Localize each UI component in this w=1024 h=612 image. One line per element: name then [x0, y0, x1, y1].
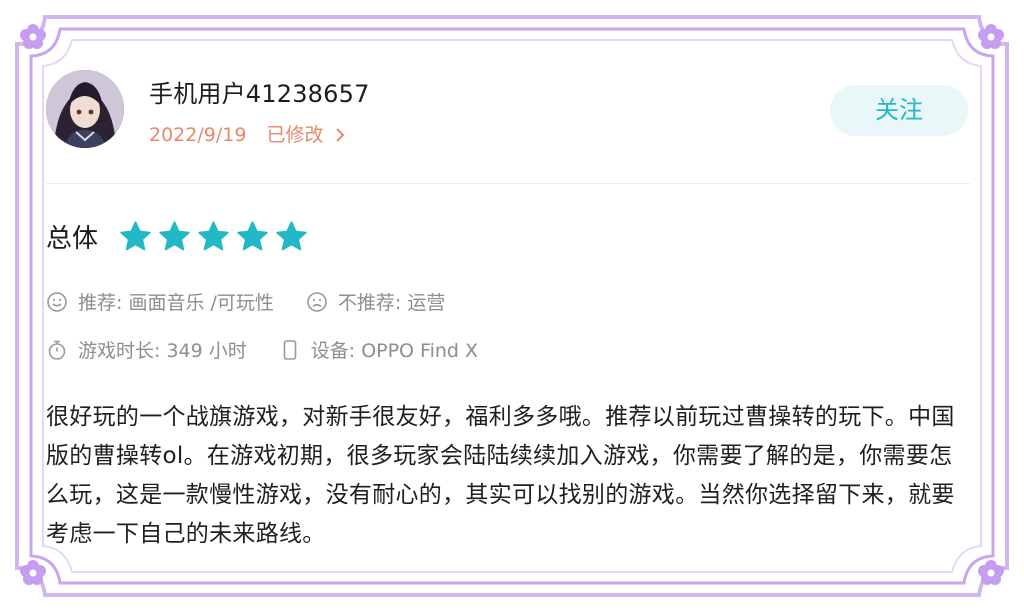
frown-icon	[307, 291, 327, 312]
overall-label: 总体	[46, 223, 99, 254]
chevron-right-icon	[335, 128, 344, 142]
username[interactable]: 手机用户41238657	[149, 74, 370, 109]
phone-icon	[283, 339, 297, 360]
follow-button[interactable]: 关注	[830, 85, 968, 136]
overall-rating: 总体	[46, 216, 313, 256]
edited-label: 已修改	[266, 124, 324, 146]
stopwatch-icon	[48, 340, 66, 360]
star-icon	[198, 220, 229, 250]
recommend-text: 推荐: 画面音乐 /可玩性	[78, 292, 274, 314]
device-text: 设备: OPPO Find X	[310, 340, 479, 362]
review-meta: 2022/9/19 已修改	[149, 120, 346, 147]
star-icon	[276, 220, 307, 250]
not-recommend-text: 不推荐: 运营	[337, 292, 446, 314]
star-rating	[118, 219, 313, 254]
star-icon	[159, 220, 190, 250]
edited-link[interactable]: 已修改	[266, 124, 345, 146]
star-icon	[120, 220, 151, 250]
recommend-row: 推荐: 画面音乐 /可玩性 不推荐: 运营	[46, 288, 445, 315]
review-card: 手机用户41238657 2022/9/19 已修改 关注 总体 推荐: 画面音…	[46, 56, 976, 566]
playtime-row: 游戏时长: 349 小时 设备: OPPO Find X	[46, 336, 478, 363]
playtime-text: 游戏时长: 349 小时	[78, 340, 247, 362]
flower-icon	[20, 560, 46, 585]
smile-icon	[47, 291, 67, 312]
review-text: 很好玩的一个战旗游戏，对新手很友好，福利多多哦。推荐以前玩过曹操转的玩下。中国版…	[46, 404, 955, 547]
flower-icon	[978, 560, 1004, 585]
star-icon	[237, 220, 268, 250]
avatar[interactable]	[46, 70, 124, 148]
divider	[46, 183, 970, 184]
review-date: 2022/9/19	[149, 124, 247, 146]
